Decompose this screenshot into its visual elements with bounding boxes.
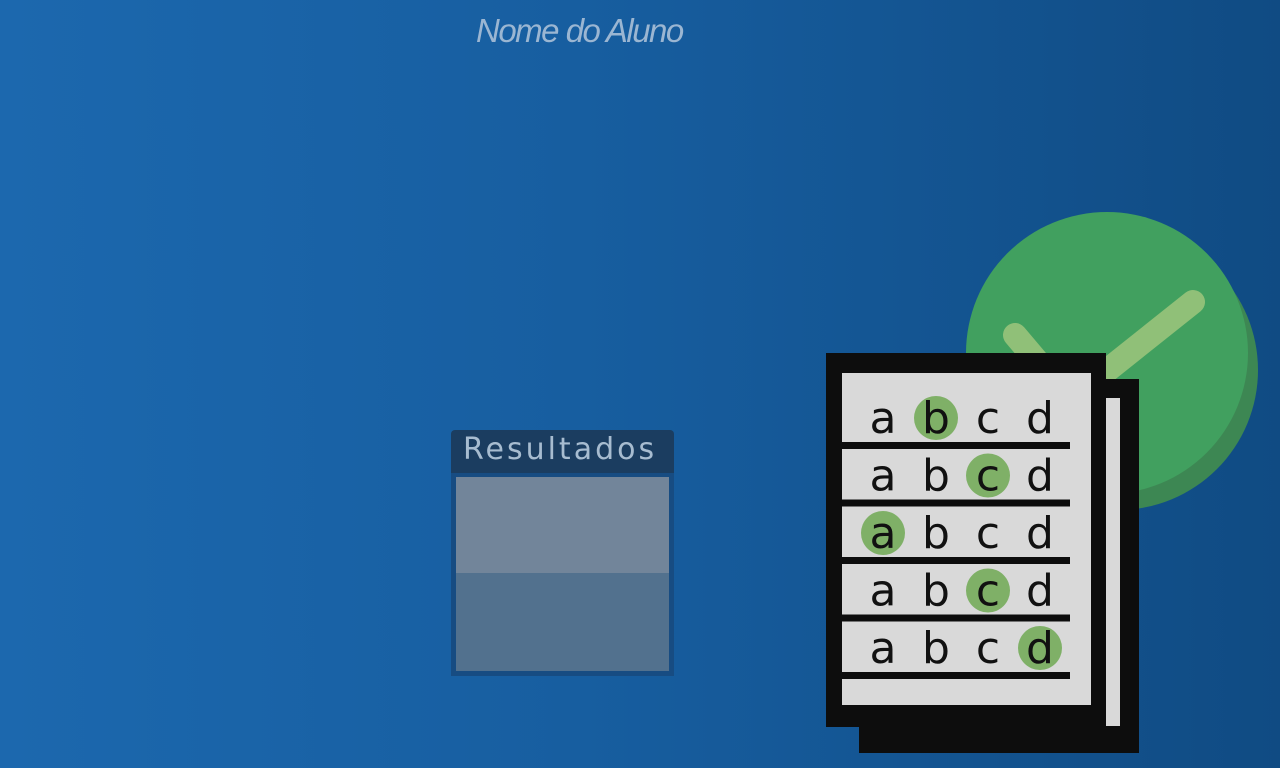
answer-option-b: b [922, 566, 950, 617]
answer-option-c: c [976, 393, 1000, 444]
answer-option-a: a [870, 623, 897, 674]
results-title: Resultados [463, 432, 658, 467]
answer-option-d: d [1026, 508, 1054, 559]
answer-option-b: b [922, 623, 950, 674]
answer-option-c: c [976, 508, 1000, 559]
results-panel: Resultados [451, 430, 674, 676]
answer-option-b: b [922, 451, 950, 502]
row-divider [838, 672, 1070, 679]
row-divider [838, 499, 1070, 507]
answer-option-a: a [870, 508, 897, 559]
answer-option-b: b [922, 508, 950, 559]
answer-option-c: c [976, 566, 1000, 617]
answer-option-b: b [922, 393, 950, 444]
answer-option-d: d [1026, 623, 1054, 674]
answer-option-a: a [870, 451, 897, 502]
answer-option-a: a [870, 566, 897, 617]
answer-option-c: c [976, 623, 1000, 674]
answer-option-d: d [1026, 566, 1054, 617]
row-divider [838, 614, 1070, 622]
results-header: Resultados [451, 430, 674, 473]
answer-option-d: d [1026, 393, 1054, 444]
answer-sheet-illustration: a b c da b c da b c da b c da b c d [826, 212, 1258, 753]
answer-option-c: c [976, 451, 1000, 502]
results-content-top [456, 477, 669, 573]
row-divider [838, 557, 1070, 564]
answer-sheet-icon: a b c da b c da b c da b c da b c d [826, 353, 1139, 753]
answer-option-d: d [1026, 451, 1054, 502]
results-content [451, 473, 674, 676]
student-name: Nome do Aluno [476, 12, 684, 49]
answer-option-a: a [870, 393, 897, 444]
results-content-bottom [456, 573, 669, 671]
row-divider [838, 442, 1070, 449]
